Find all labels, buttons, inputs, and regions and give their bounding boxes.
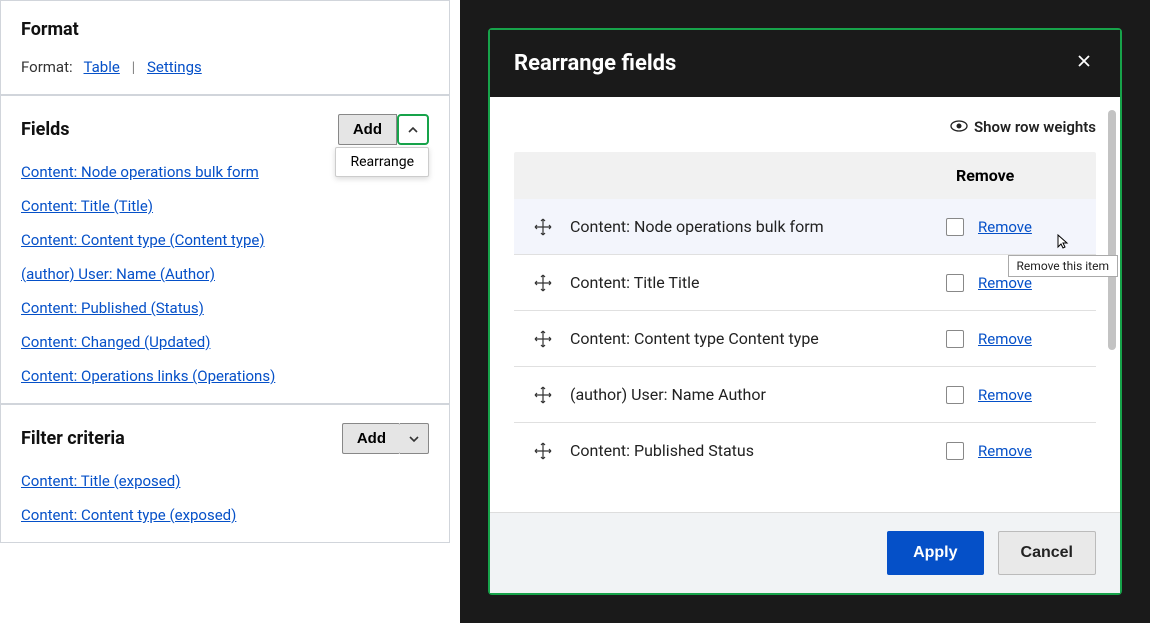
fields-add-group: Add Rearrange — [338, 114, 429, 145]
fields-dropdown-menu: Rearrange — [335, 147, 429, 177]
field-link[interactable]: Content: Content type (Content type) — [21, 231, 429, 249]
row-label: Content: Title Title — [570, 273, 928, 292]
remove-tooltip: Remove this item — [1008, 255, 1118, 277]
move-icon — [534, 330, 552, 348]
field-link[interactable]: Content: Operations links (Operations) — [21, 367, 429, 385]
fields-add-button[interactable]: Add — [338, 114, 397, 145]
table-header: Remove — [514, 152, 1096, 199]
column-remove-header: Remove — [956, 166, 1076, 185]
modal-body: Show row weights Remove Content: Node op… — [490, 97, 1120, 512]
table-row: Content: Published Status Remove — [514, 423, 1096, 478]
row-label: Content: Content type Content type — [570, 329, 928, 348]
drag-handle[interactable] — [534, 218, 552, 236]
views-config-panel: Format Format: Table | Settings Fields A… — [0, 0, 450, 623]
remove-checkbox[interactable] — [946, 386, 964, 404]
field-link[interactable]: Content: Published (Status) — [21, 299, 429, 317]
show-weights-label: Show row weights — [974, 118, 1096, 136]
apply-button[interactable]: Apply — [887, 531, 983, 575]
modal-footer: Apply Cancel — [490, 512, 1120, 593]
dropdown-item-rearrange[interactable]: Rearrange — [336, 148, 428, 176]
remove-checkbox[interactable] — [946, 218, 964, 236]
cancel-button[interactable]: Cancel — [998, 531, 1096, 575]
drag-handle[interactable] — [534, 274, 552, 292]
drag-handle[interactable] — [534, 442, 552, 460]
eye-icon — [950, 117, 968, 136]
filter-section: Filter criteria Add Content: Title (expo… — [0, 404, 450, 543]
scrollbar-thumb[interactable] — [1108, 110, 1116, 350]
row-label: Content: Published Status — [570, 441, 928, 460]
format-table-link[interactable]: Table — [84, 58, 120, 76]
filter-add-group: Add — [342, 423, 429, 454]
modal-backdrop: Rearrange fields Show row weights Remove — [460, 0, 1150, 623]
row-actions: Remove — [946, 330, 1076, 348]
chevron-up-icon — [407, 124, 419, 136]
row-label: Content: Node operations bulk form — [570, 217, 928, 236]
field-link[interactable]: Content: Changed (Updated) — [21, 333, 429, 351]
remove-checkbox[interactable] — [946, 330, 964, 348]
filter-link[interactable]: Content: Content type (exposed) — [21, 506, 429, 524]
table-row: Content: Content type Content type Remov… — [514, 311, 1096, 367]
rearrange-modal: Rearrange fields Show row weights Remove — [488, 28, 1122, 595]
drag-handle[interactable] — [534, 386, 552, 404]
remove-checkbox[interactable] — [946, 442, 964, 460]
close-button[interactable] — [1072, 48, 1096, 79]
remove-checkbox[interactable] — [946, 274, 964, 292]
row-label: (author) User: Name Author — [570, 385, 928, 404]
filter-title: Filter criteria — [21, 428, 125, 449]
filter-list: Content: Title (exposed) Content: Conten… — [21, 472, 429, 524]
row-actions: Remove — [946, 386, 1076, 404]
close-icon — [1076, 53, 1092, 69]
field-link[interactable]: (author) User: Name (Author) — [21, 265, 429, 283]
show-row-weights-toggle[interactable]: Show row weights — [514, 117, 1096, 136]
move-icon — [534, 386, 552, 404]
modal-title: Rearrange fields — [514, 51, 676, 76]
drag-handle[interactable] — [534, 330, 552, 348]
filter-add-button[interactable]: Add — [342, 423, 400, 454]
cursor-icon — [1054, 233, 1072, 255]
move-icon — [534, 274, 552, 292]
format-row: Format: Table | Settings — [21, 58, 429, 76]
separator: | — [132, 58, 136, 76]
chevron-down-icon — [408, 433, 420, 445]
remove-link[interactable]: Remove — [978, 442, 1032, 460]
modal-header: Rearrange fields — [490, 30, 1120, 97]
format-settings-link[interactable]: Settings — [147, 58, 202, 76]
remove-link[interactable]: Remove — [978, 330, 1032, 348]
fields-list: Content: Node operations bulk form Conte… — [21, 163, 429, 385]
remove-link[interactable]: Remove — [978, 386, 1032, 404]
row-actions: Remove — [946, 442, 1076, 460]
field-link[interactable]: Content: Title (Title) — [21, 197, 429, 215]
move-icon — [534, 442, 552, 460]
format-title: Format — [21, 19, 79, 40]
fields-section: Fields Add Rearrange Content: Node opera… — [0, 95, 450, 404]
format-label: Format: — [21, 58, 73, 76]
scrollbar[interactable] — [1108, 110, 1118, 470]
move-icon — [534, 218, 552, 236]
fields-title: Fields — [21, 119, 70, 140]
table-row: (author) User: Name Author Remove — [514, 367, 1096, 423]
table-row: Content: Node operations bulk form Remov… — [514, 199, 1096, 255]
format-section: Format Format: Table | Settings — [0, 0, 450, 95]
remove-link[interactable]: Remove — [978, 218, 1032, 236]
filter-dropdown-toggle[interactable] — [400, 423, 429, 454]
fields-dropdown-toggle[interactable] — [397, 114, 429, 145]
filter-link[interactable]: Content: Title (exposed) — [21, 472, 429, 490]
